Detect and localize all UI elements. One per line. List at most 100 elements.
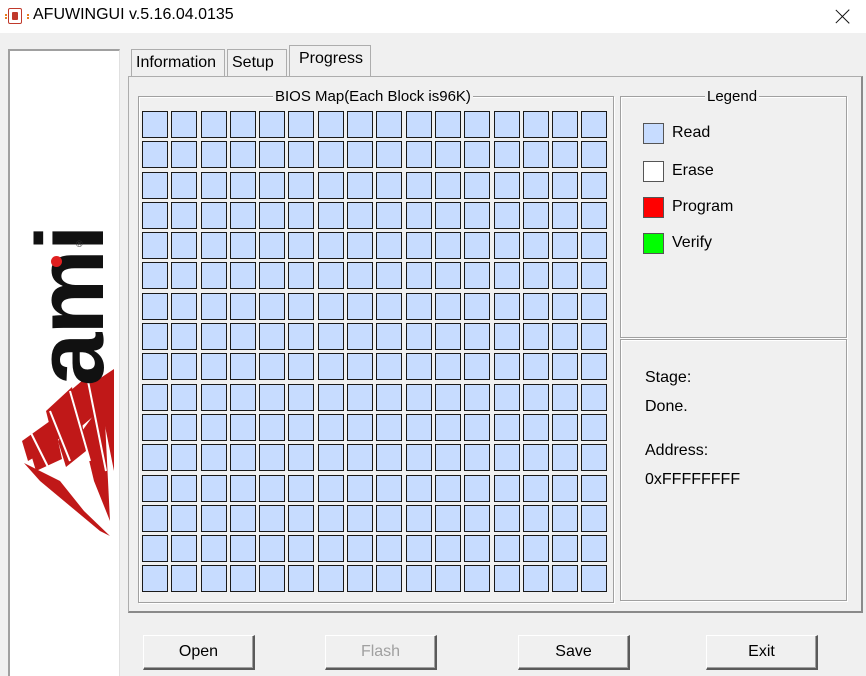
- bios-block: [434, 504, 461, 532]
- bios-block: [434, 201, 461, 229]
- bios-block: [142, 383, 168, 411]
- exit-button[interactable]: Exit: [706, 635, 818, 670]
- bios-block: [229, 383, 256, 411]
- bios-block: [434, 413, 461, 441]
- open-button[interactable]: Open: [143, 635, 255, 670]
- bios-block: [405, 262, 432, 290]
- bios-block: [347, 232, 374, 260]
- bios-block: [142, 232, 168, 260]
- bios-block: [434, 383, 461, 411]
- bios-block: [581, 565, 608, 593]
- bios-block: [522, 201, 549, 229]
- bios-block: [317, 413, 344, 441]
- bios-block: [171, 353, 198, 381]
- bios-block: [376, 232, 403, 260]
- bios-block: [317, 201, 344, 229]
- address-value: 0xFFFFFFFF: [645, 471, 741, 488]
- app-icon: [5, 8, 29, 24]
- save-button[interactable]: Save: [518, 635, 630, 670]
- window-title: AFUWINGUI v.5.16.04.0135: [33, 6, 234, 23]
- bios-block: [317, 474, 344, 502]
- title-bar: AFUWINGUI v.5.16.04.0135: [0, 0, 866, 33]
- bios-block: [376, 141, 403, 169]
- bios-block: [493, 474, 520, 502]
- bios-block: [376, 474, 403, 502]
- bios-block: [405, 504, 432, 532]
- bios-block: [405, 474, 432, 502]
- bios-block: [229, 171, 256, 199]
- bios-block: [376, 565, 403, 593]
- bios-block: [288, 171, 315, 199]
- bios-block: [171, 111, 198, 138]
- bios-block: [171, 292, 198, 320]
- bios-block: [434, 323, 461, 351]
- tab-progress[interactable]: Progress: [289, 45, 371, 76]
- bios-block: [200, 232, 227, 260]
- bios-block: [288, 474, 315, 502]
- bios-block: [493, 383, 520, 411]
- bios-block: [493, 323, 520, 351]
- bios-block: [522, 353, 549, 381]
- bios-block: [464, 111, 491, 138]
- bios-block: [464, 383, 491, 411]
- bios-block: [347, 413, 374, 441]
- bios-block: [259, 111, 286, 138]
- flash-button[interactable]: Flash: [325, 635, 437, 670]
- bios-block: [581, 292, 608, 320]
- bios-block: [200, 504, 227, 532]
- bios-block: [288, 353, 315, 381]
- bios-block: [288, 111, 315, 138]
- bios-block: [259, 504, 286, 532]
- bios-block: [376, 504, 403, 532]
- bios-block: [464, 535, 491, 563]
- registered-mark: ®: [76, 239, 83, 249]
- legend-title: Legend: [705, 88, 760, 105]
- bios-block: [493, 353, 520, 381]
- bios-block: [171, 323, 198, 351]
- bios-block: [171, 171, 198, 199]
- logo-dot: [51, 256, 62, 267]
- tab-information[interactable]: Information: [131, 49, 225, 76]
- bios-block: [434, 111, 461, 138]
- bios-block: [317, 444, 344, 472]
- bios-block: [142, 474, 168, 502]
- bios-block: [259, 201, 286, 229]
- bios-block: [405, 111, 432, 138]
- bios-block: [347, 565, 374, 593]
- bios-block: [522, 323, 549, 351]
- bios-block: [259, 171, 286, 199]
- bios-block: [581, 171, 608, 199]
- bios-block: [552, 353, 579, 381]
- close-icon[interactable]: [820, 0, 866, 33]
- bios-block: [142, 262, 168, 290]
- tab-setup[interactable]: Setup: [227, 49, 287, 76]
- bios-block: [405, 413, 432, 441]
- bios-block: [581, 474, 608, 502]
- bios-block: [171, 474, 198, 502]
- bios-block: [581, 413, 608, 441]
- bios-block: [552, 504, 579, 532]
- bios-block: [288, 262, 315, 290]
- bios-block: [317, 141, 344, 169]
- bios-block: [434, 474, 461, 502]
- bios-block: [229, 353, 256, 381]
- bios-block: [288, 201, 315, 229]
- bios-block: [434, 444, 461, 472]
- bios-block: [493, 201, 520, 229]
- bios-block: [229, 474, 256, 502]
- bios-block: [200, 413, 227, 441]
- bios-block: [522, 383, 549, 411]
- bios-block: [552, 171, 579, 199]
- bios-map-title: BIOS Map(Each Block is96K): [273, 88, 473, 105]
- bios-block: [493, 141, 520, 169]
- bios-block: [288, 444, 315, 472]
- bios-block: [434, 232, 461, 260]
- bios-block: [581, 323, 608, 351]
- logo-text: ami: [17, 226, 124, 386]
- bios-block: [288, 323, 315, 351]
- legend-swatch-verify: [643, 233, 664, 254]
- bios-block: [434, 535, 461, 563]
- bios-block: [259, 141, 286, 169]
- bios-block: [142, 353, 168, 381]
- bios-block: [142, 292, 168, 320]
